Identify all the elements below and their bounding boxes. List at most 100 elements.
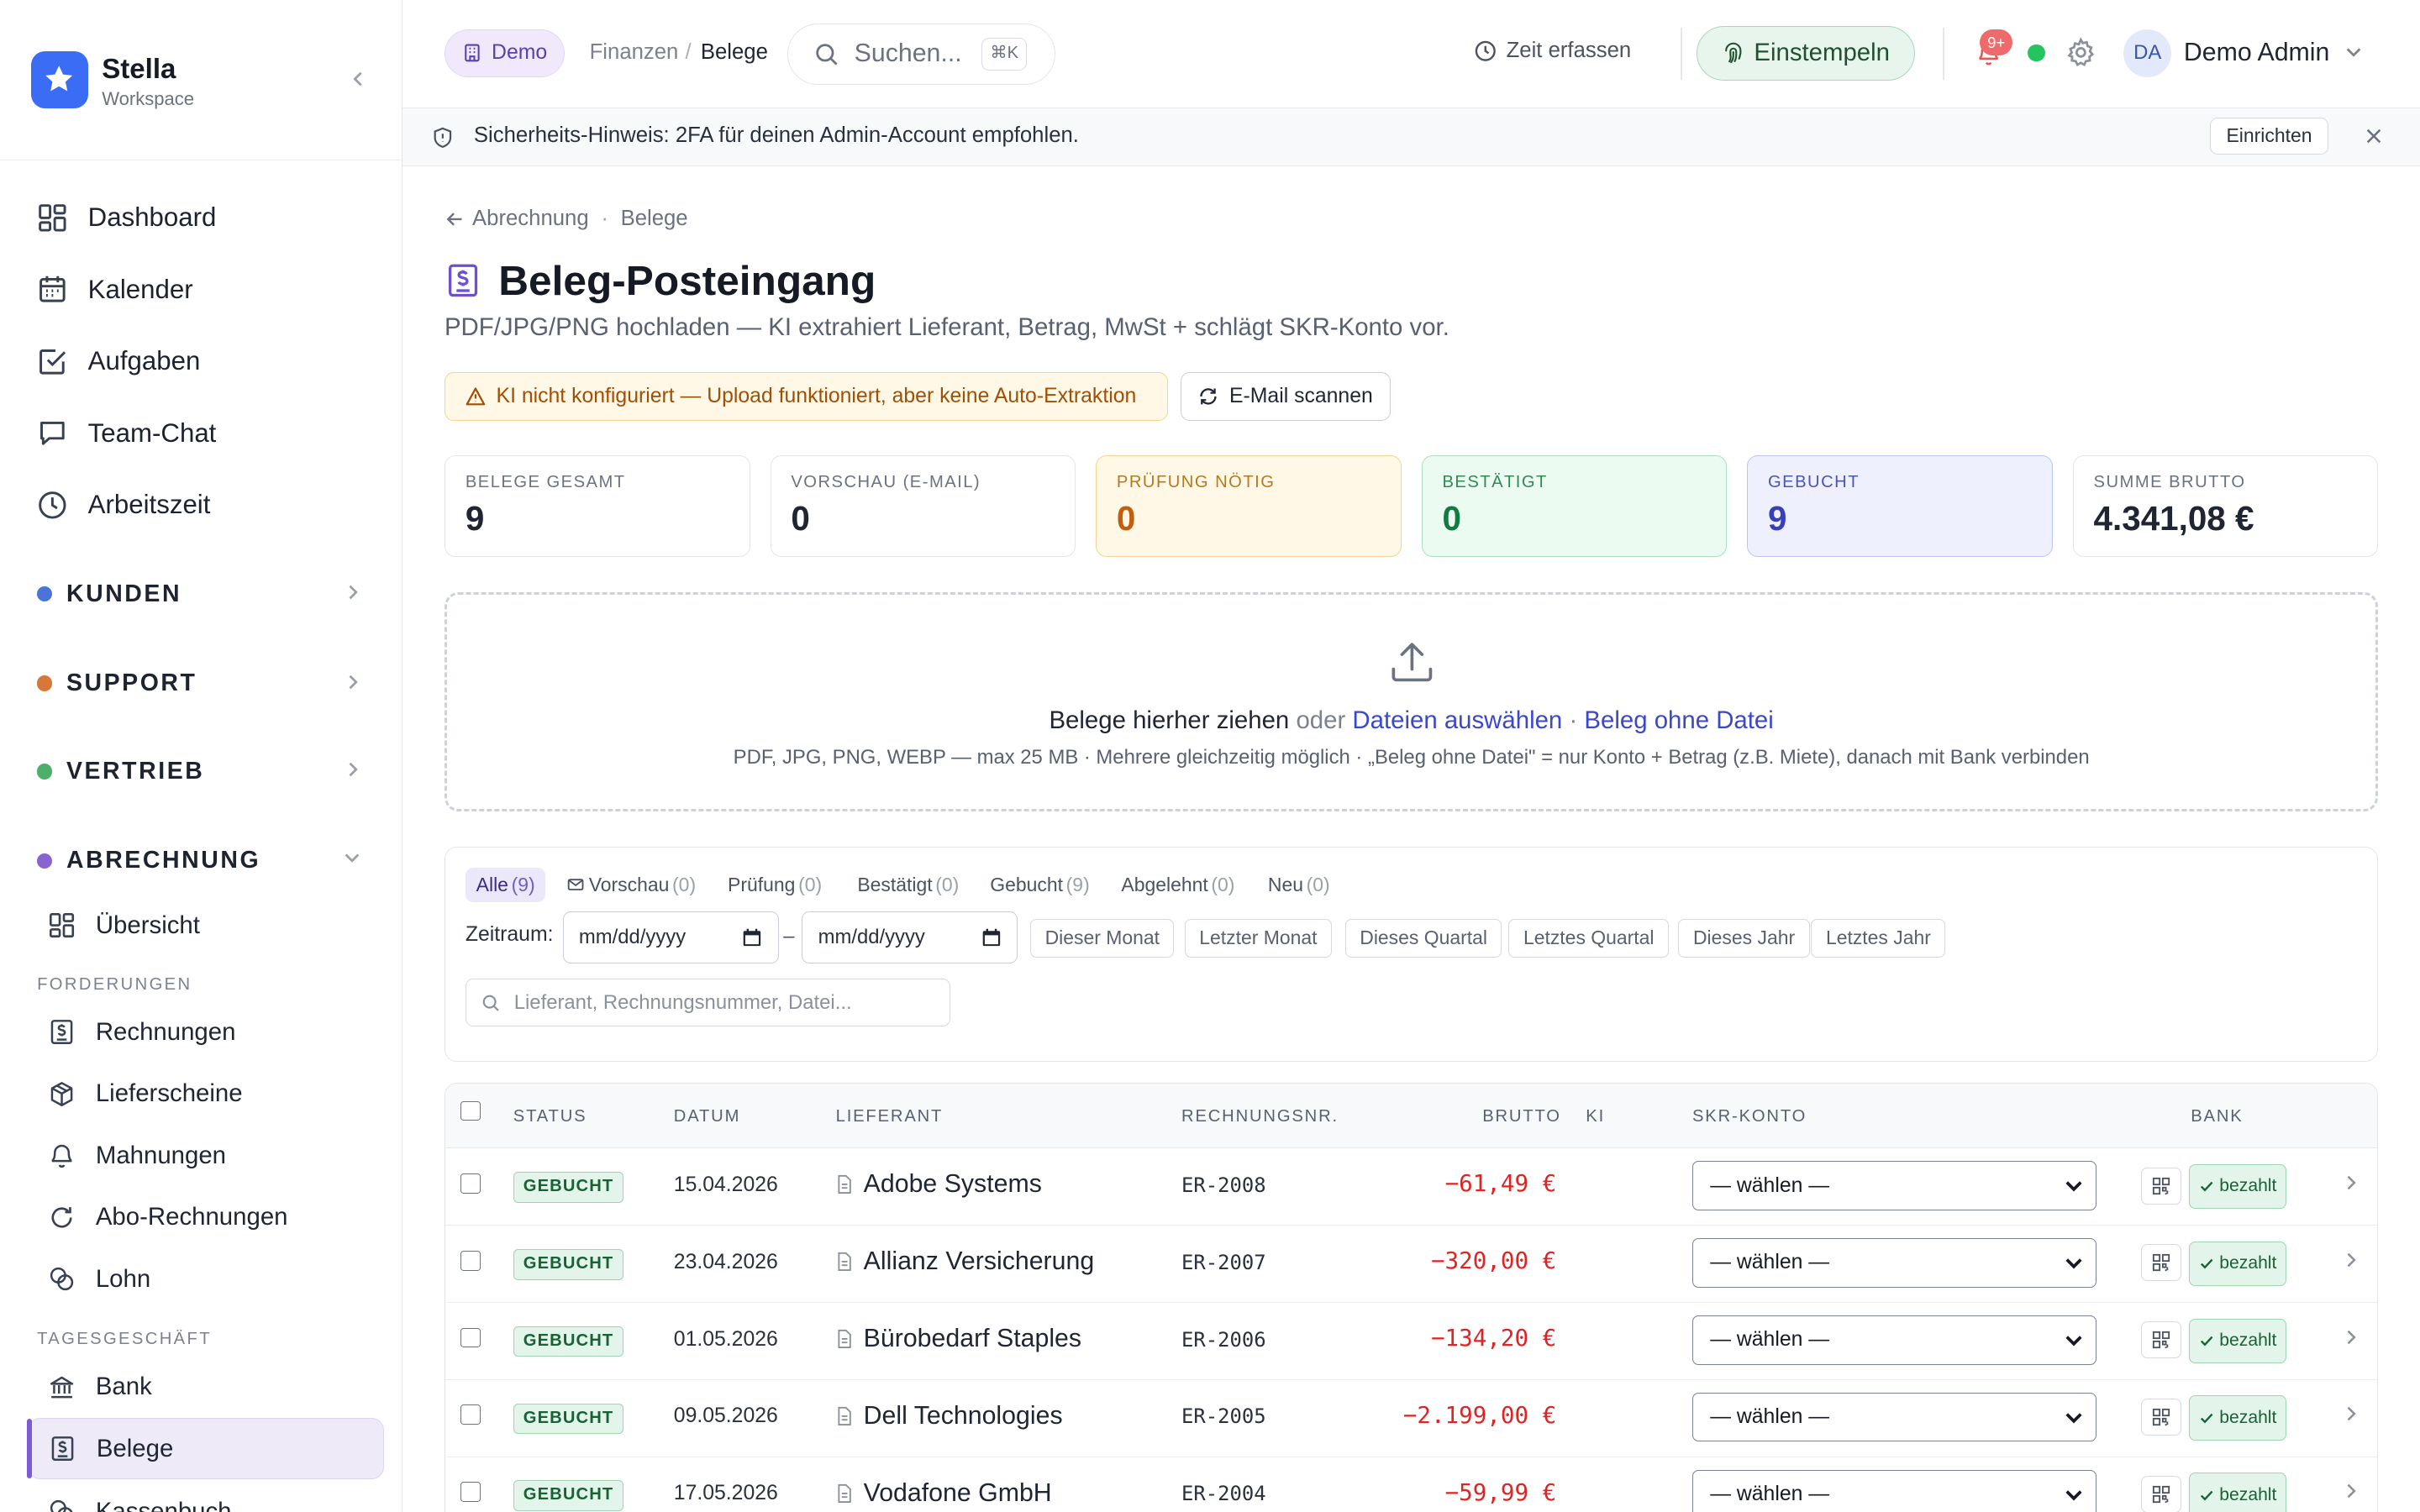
receipt-without-file-link[interactable]: Beleg ohne Datei	[1584, 706, 1773, 734]
choose-files-link[interactable]: Dateien auswählen	[1352, 706, 1562, 734]
sidebar-item-abo-rechnungen[interactable]: Abo-Rechnungen	[28, 1186, 384, 1247]
avatar[interactable]: DA	[2123, 29, 2172, 77]
nav-kalender[interactable]: Kalender	[0, 254, 402, 325]
group-support[interactable]: SUPPORT	[0, 656, 402, 711]
settings-button[interactable]	[2065, 37, 2096, 68]
einrichten-button[interactable]: Einrichten	[2210, 117, 2328, 155]
row-checkbox[interactable]	[460, 1404, 481, 1425]
row-checkbox[interactable]	[460, 1173, 481, 1194]
sidebar-item-uebersicht[interactable]: Übersicht	[28, 895, 384, 956]
row-checkbox[interactable]	[460, 1327, 481, 1348]
qr-code-button[interactable]	[2141, 1475, 2182, 1512]
sidebar-item-mahnungen[interactable]: Mahnungen	[28, 1125, 384, 1186]
arrow-left-icon[interactable]	[445, 209, 465, 229]
filter-tab-gebucht[interactable]: Gebucht (9)	[979, 868, 1100, 901]
bank-paid-badge[interactable]: bezahlt	[2189, 1395, 2287, 1441]
chevron-right-icon[interactable]	[2344, 1482, 2359, 1500]
row-supplier[interactable]: Adobe Systems	[836, 1170, 1042, 1199]
bank-paid-badge[interactable]: bezahlt	[2189, 1318, 2287, 1363]
filter-tab-vorschau[interactable]: Vorschau (0)	[556, 868, 707, 901]
bank-icon	[50, 1376, 74, 1398]
chevron-right-icon[interactable]	[2344, 1328, 2359, 1347]
filter-tab-bestaetigt[interactable]: Bestätigt (0)	[846, 868, 970, 901]
table-row[interactable]: GEBUCHT 17.05.2026 Vodafone GmbH ER-2004…	[445, 1457, 2377, 1512]
bank-paid-badge[interactable]: bezahlt	[2189, 1241, 2287, 1286]
chevron-down-icon[interactable]	[2344, 43, 2363, 61]
bank-paid-badge[interactable]: bezahlt	[2189, 1473, 2287, 1512]
qr-code-button[interactable]	[2141, 1321, 2182, 1359]
close-icon[interactable]	[2365, 127, 2383, 145]
user-name[interactable]: Demo Admin	[2184, 39, 2329, 67]
row-supplier[interactable]: Vodafone GmbH	[836, 1479, 1052, 1508]
row-supplier[interactable]: Dell Technologies	[836, 1402, 1063, 1431]
nav-team-chat[interactable]: Team-Chat	[0, 397, 402, 469]
group-vertrieb[interactable]: VERTRIEB	[0, 743, 402, 799]
row-invoice-number: ER-2004	[1181, 1482, 1266, 1506]
table-row[interactable]: GEBUCHT 15.04.2026 Adobe Systems ER-2008…	[445, 1148, 2378, 1226]
qr-code-button[interactable]	[2141, 1399, 2182, 1436]
einstempeln-button[interactable]: Einstempeln	[1696, 26, 1916, 81]
notification-count-badge: 9+	[1980, 29, 2013, 56]
collapse-sidebar-icon[interactable]	[349, 70, 367, 88]
group-kunden[interactable]: KUNDEN	[0, 566, 402, 622]
check-icon	[2201, 1336, 2213, 1347]
sidebar-item-kassenbuch[interactable]: Kassenbuch	[28, 1481, 384, 1512]
chevron-right-icon[interactable]	[2344, 1251, 2359, 1269]
skr-account-select[interactable]: — wählen —	[1692, 1392, 2097, 1442]
breadcrumb-back-link[interactable]: Abrechnung	[472, 207, 589, 231]
table-row[interactable]: GEBUCHT 09.05.2026 Dell Technologies ER-…	[445, 1380, 2378, 1457]
upload-dropzone[interactable]: Belege hierher ziehen oder Dateien auswä…	[444, 592, 2379, 812]
skr-account-select[interactable]: — wählen —	[1692, 1469, 2097, 1512]
filter-tab-neu[interactable]: Neu (0)	[1257, 868, 1341, 901]
group-dot	[37, 585, 53, 602]
quick-range-dieser-monat[interactable]: Dieser Monat	[1030, 918, 1175, 958]
sidebar-item-lohn[interactable]: Lohn	[28, 1248, 384, 1310]
email-scan-button[interactable]: E-Mail scannen	[1181, 371, 1391, 422]
nav-aufgaben[interactable]: Aufgaben	[0, 326, 402, 397]
receipt-dollar-icon	[448, 264, 478, 297]
filter-tab-alle[interactable]: Alle (9)	[465, 868, 546, 902]
demo-badge[interactable]: Demo	[444, 29, 566, 77]
nav-dashboard[interactable]: Dashboard	[0, 182, 402, 254]
skr-account-select[interactable]: — wählen —	[1692, 1315, 2097, 1365]
row-supplier[interactable]: Bürobedarf Staples	[836, 1325, 1081, 1353]
date-from-input[interactable]: mm/dd/yyyy	[562, 911, 779, 964]
col-brutto: BRUTTO	[1482, 1106, 1561, 1126]
sidebar-item-lieferscheine[interactable]: Lieferscheine	[28, 1063, 384, 1124]
qr-code-button[interactable]	[2141, 1167, 2182, 1205]
sidebar-item-bank[interactable]: Bank	[28, 1356, 384, 1417]
coins-icon	[50, 1267, 74, 1291]
skr-account-select[interactable]: — wählen —	[1692, 1161, 2097, 1210]
sidebar-item-belege[interactable]: Belege	[27, 1417, 385, 1480]
global-search[interactable]: Suchen... ⌘K	[786, 23, 1056, 85]
filter-tab-pruefung[interactable]: Prüfung (0)	[717, 868, 833, 901]
quick-range-dieses-jahr[interactable]: Dieses Jahr	[1678, 918, 1810, 958]
sidebar-item-rechnungen[interactable]: Rechnungen	[28, 1001, 384, 1063]
building-icon	[465, 44, 480, 62]
chevron-right-icon[interactable]	[2344, 1404, 2359, 1423]
bank-paid-badge[interactable]: bezahlt	[2189, 1163, 2287, 1210]
quick-range-letztes-quartal[interactable]: Letztes Quartal	[1508, 918, 1670, 958]
row-supplier[interactable]: Allianz Versicherung	[836, 1247, 1094, 1276]
row-checkbox[interactable]	[460, 1250, 481, 1271]
table-row[interactable]: GEBUCHT 23.04.2026 Allianz Versicherung …	[445, 1226, 2378, 1304]
row-checkbox[interactable]	[460, 1482, 481, 1503]
breadcrumb-parent[interactable]: Finanzen	[590, 40, 679, 65]
zeit-erfassen-button[interactable]: Zeit erfassen	[1474, 39, 1631, 63]
quick-range-dieses-quartal[interactable]: Dieses Quartal	[1344, 918, 1502, 958]
group-abrechnung[interactable]: ABRECHNUNG	[0, 833, 402, 889]
select-all-checkbox[interactable]	[460, 1100, 481, 1121]
date-to-input[interactable]: mm/dd/yyyy	[802, 911, 1018, 964]
nav-arbeitszeit[interactable]: Arbeitszeit	[0, 469, 402, 540]
drag-text: Belege hierher ziehen	[1049, 706, 1290, 734]
table-row[interactable]: GEBUCHT 01.05.2026 Bürobedarf Staples ER…	[445, 1303, 2378, 1380]
calendar-icon	[982, 928, 1001, 947]
filter-tab-abgelehnt[interactable]: Abgelehnt (0)	[1111, 868, 1246, 901]
chevron-right-icon[interactable]	[2344, 1173, 2359, 1192]
table-search-placeholder: Lieferant, Rechnungsnummer, Datei...	[513, 990, 852, 1014]
skr-account-select[interactable]: — wählen —	[1692, 1238, 2097, 1288]
quick-range-letzter-monat[interactable]: Letzter Monat	[1184, 918, 1332, 958]
quick-range-letztes-jahr[interactable]: Letztes Jahr	[1811, 918, 1946, 958]
qr-code-button[interactable]	[2141, 1244, 2182, 1282]
table-search-input[interactable]: Lieferant, Rechnungsnummer, Datei...	[465, 979, 950, 1027]
